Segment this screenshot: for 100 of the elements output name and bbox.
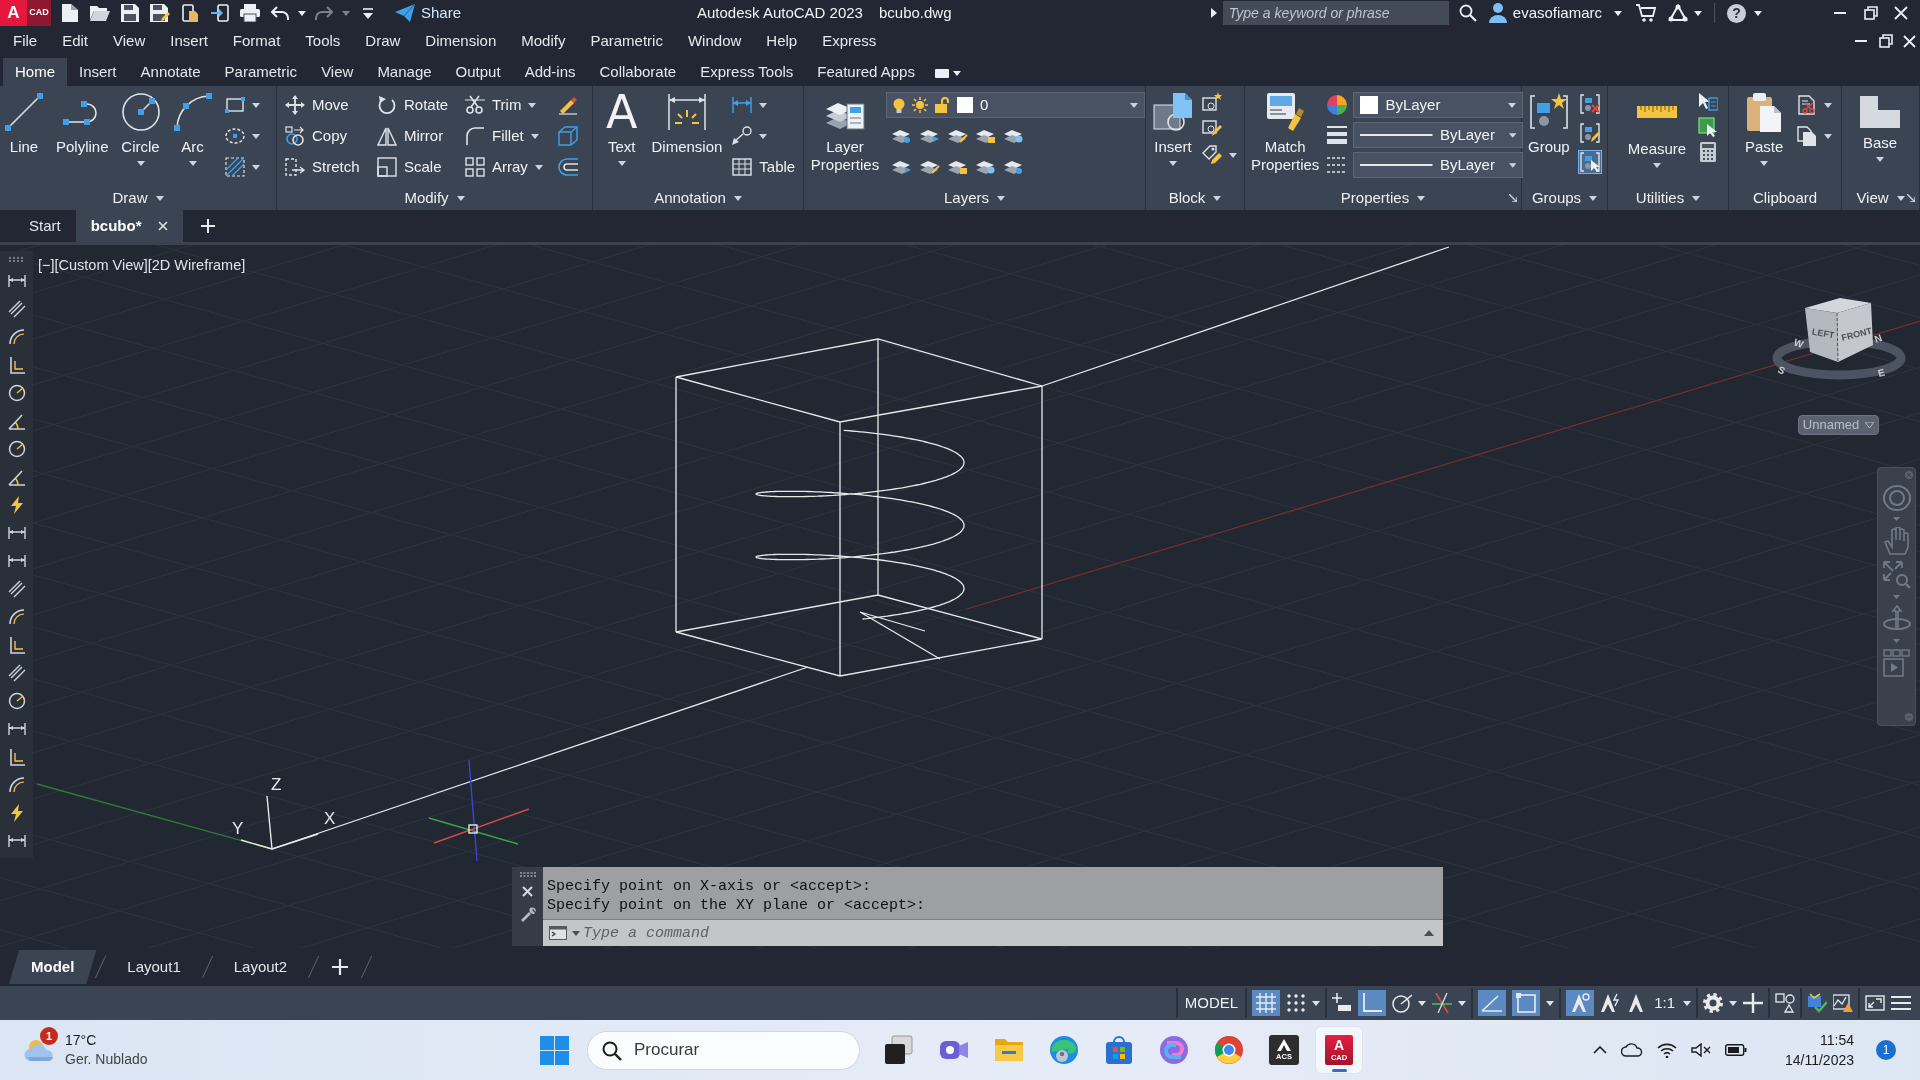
layer-stack-icon[interactable] — [976, 158, 996, 176]
circle-icon[interactable] — [7, 384, 26, 402]
bracket-pencil-icon[interactable] — [1577, 121, 1602, 145]
grip-icon[interactable] — [519, 872, 536, 877]
ribbon-tab[interactable]: Annotate — [128, 58, 213, 86]
wrench-icon[interactable] — [519, 906, 536, 922]
model-space-button[interactable]: MODEL — [1182, 988, 1241, 1018]
compass-label[interactable]: W — [1792, 336, 1805, 351]
layer-dropdown[interactable]: 0 — [886, 92, 1145, 118]
panel-title[interactable]: Groups — [1531, 186, 1598, 210]
ribbon-tab[interactable]: Featured Apps — [805, 58, 927, 86]
linetype-dropdown[interactable]: ByLayer — [1353, 152, 1524, 178]
clock-time[interactable]: 11:54 — [1820, 1030, 1854, 1050]
panel-title[interactable]: Modify — [404, 186, 465, 210]
menu-item[interactable]: Help — [766, 29, 798, 53]
group-button[interactable]: Group — [1528, 92, 1570, 156]
user-icon[interactable] — [1488, 3, 1507, 23]
search-icon[interactable] — [1458, 4, 1477, 22]
share-button[interactable]: Share — [395, 1, 462, 25]
grid-icon[interactable] — [1252, 990, 1281, 1016]
document-icon[interactable] — [62, 4, 78, 22]
compass-label[interactable]: E — [1876, 366, 1886, 379]
scale-button[interactable]: Scale — [377, 154, 442, 180]
up-arrow-icon[interactable] — [1424, 930, 1434, 936]
viewport-control[interactable]: [−] — [38, 255, 55, 277]
fillet-button[interactable]: Fillet — [465, 123, 539, 149]
insert-button[interactable]: Insert — [1153, 92, 1193, 166]
ribbon-tab[interactable]: Collaborate — [587, 58, 689, 86]
layer-stack-icon[interactable] — [1004, 127, 1024, 145]
menu-item[interactable]: Modify — [521, 29, 566, 53]
grip-icon[interactable] — [8, 257, 25, 262]
device-arrow-icon[interactable] — [211, 4, 229, 22]
view-cube[interactable] — [1805, 298, 1873, 363]
calculator-icon[interactable] — [1698, 142, 1718, 162]
expand-arrow-icon[interactable] — [1210, 8, 1217, 18]
cloud-sun-icon[interactable] — [24, 1038, 56, 1062]
dot-grid-icon[interactable] — [1286, 993, 1307, 1013]
block-star-icon[interactable] — [1202, 92, 1222, 112]
pages-dropdown-button[interactable] — [1797, 123, 1833, 149]
bracket-cross-icon[interactable] — [1577, 92, 1602, 116]
chip-check-icon[interactable] — [1807, 993, 1827, 1013]
gear-icon[interactable] — [1703, 993, 1723, 1013]
panel-title[interactable]: Draw — [112, 186, 164, 210]
panel-title[interactable]: Properties — [1340, 186, 1426, 210]
weather-condition[interactable]: Ger. Nublado — [65, 1050, 148, 1069]
menu-item[interactable]: Insert — [170, 29, 208, 53]
line-weights-icon[interactable] — [1327, 125, 1348, 145]
dimension-icon[interactable] — [7, 720, 26, 738]
plus-icon[interactable] — [1743, 993, 1763, 1013]
dimension-button[interactable]: Dimension — [651, 92, 723, 166]
layer-stack-icon[interactable] — [892, 158, 912, 176]
caret-icon[interactable] — [1754, 10, 1762, 16]
bracket-cursor-icon[interactable] — [1577, 150, 1602, 174]
menu-item[interactable]: Tools — [305, 29, 341, 53]
layer-stack-icon[interactable] — [1004, 158, 1024, 176]
layout-tab[interactable]: Layout2 — [211, 950, 310, 984]
menu-icon[interactable] — [1891, 993, 1911, 1013]
caret-icon[interactable] — [1614, 10, 1622, 16]
layer-stack-icon[interactable] — [976, 127, 996, 145]
document-scissors-dropdown-button[interactable] — [1797, 92, 1833, 118]
lineweight-dropdown[interactable]: ByLayer — [1353, 122, 1524, 148]
panel-title[interactable]: Annotation — [654, 186, 742, 210]
polyline-button[interactable]: Polyline — [56, 92, 109, 166]
move-button[interactable]: Move — [285, 92, 349, 118]
menu-item[interactable]: Dimension — [425, 29, 497, 53]
base-button[interactable]: Base — [1860, 96, 1900, 162]
arc-icon[interactable] — [7, 608, 26, 626]
layout-tab[interactable]: Model — [9, 950, 97, 984]
angle-icon[interactable] — [1478, 990, 1507, 1016]
circle-icon[interactable] — [7, 440, 26, 458]
caret-icon[interactable] — [952, 71, 961, 76]
menu-item[interactable]: Format — [232, 29, 281, 53]
notification-badge[interactable]: 1 — [1876, 1040, 1896, 1060]
customize-dropdown-icon[interactable] — [362, 7, 374, 19]
layer-stack-icon[interactable] — [948, 158, 968, 176]
viewport-control[interactable]: [2D Wireframe] — [147, 255, 246, 277]
speaker-muted-icon[interactable] — [1690, 1043, 1711, 1057]
compass-label[interactable]: N — [1872, 332, 1884, 345]
copy-button[interactable]: Copy — [285, 123, 348, 149]
layer-stack-icon[interactable] — [920, 158, 940, 176]
command-line-handle[interactable] — [512, 867, 543, 946]
cloud-icon[interactable] — [1620, 1043, 1643, 1057]
command-input-field[interactable]: Type a command — [543, 920, 1443, 946]
right-angle-icon[interactable] — [1358, 990, 1387, 1016]
ribbon-tab[interactable]: Add-ins — [512, 58, 588, 86]
stretch-button[interactable]: Stretch — [285, 154, 360, 180]
file-tab[interactable]: Start — [14, 210, 76, 242]
compass-label[interactable]: S — [1776, 363, 1787, 377]
plus-icon[interactable] — [332, 959, 349, 975]
caret-icon[interactable] — [298, 10, 306, 16]
ribbon-tab[interactable]: Home — [3, 58, 67, 86]
fullscreen-icon[interactable] — [1865, 993, 1885, 1013]
table-button[interactable]: Table — [732, 154, 796, 180]
ribbon-tab[interactable]: Express Tools — [688, 58, 806, 86]
caret-icon[interactable] — [1312, 1000, 1321, 1006]
mirror-button[interactable]: Mirror — [377, 123, 444, 149]
caret-icon[interactable] — [1683, 1000, 1691, 1006]
panel-title[interactable]: Utilities — [1635, 186, 1701, 210]
viewport-control[interactable]: [Custom View] — [54, 255, 148, 277]
ribbon-tab[interactable]: View — [309, 58, 366, 86]
